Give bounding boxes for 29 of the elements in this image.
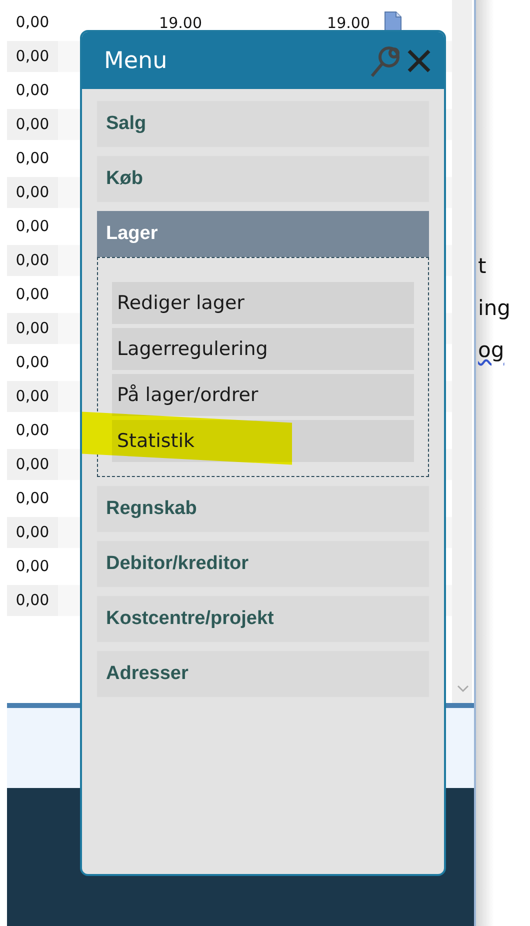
menu-section[interactable]: Salg (97, 101, 429, 147)
table-cell: 0,00 (7, 449, 58, 480)
text-fragment: og (478, 337, 504, 364)
menu-section[interactable]: Køb (97, 156, 429, 202)
menu-section[interactable]: Regnskab (97, 486, 429, 532)
menu-section[interactable]: Kostcentre/projekt (97, 596, 429, 642)
table-cell: 0,00 (7, 41, 58, 72)
table-cell: 0,00 (7, 585, 58, 616)
text-fragment: ing (478, 295, 510, 322)
table-cell: 0,00 (7, 313, 58, 344)
table-cell: 0,00 (7, 109, 58, 140)
table-cell: 0,00 (7, 177, 58, 208)
submenu-item[interactable]: På lager/ordrer (112, 374, 414, 416)
chevron-down-icon[interactable] (457, 685, 469, 693)
submenu-item[interactable]: Rediger lager (112, 282, 414, 324)
scrollbar[interactable] (452, 0, 472, 703)
menu-section[interactable]: Debitor/kreditor (97, 541, 429, 587)
table-cell: 0,00 (7, 517, 58, 548)
close-icon[interactable] (406, 48, 432, 74)
table-cell: 0,00 (7, 381, 58, 412)
table-cell: 0,00 (7, 245, 58, 276)
menu-title: Menu (104, 48, 168, 74)
menu-section[interactable]: Lager (97, 211, 429, 257)
table-cell-text: 19.00 (326, 14, 370, 32)
menu-section[interactable]: Adresser (97, 651, 429, 697)
text-fragment: t (478, 253, 486, 280)
table-cell-text: 19.00 (158, 14, 202, 32)
submenu-item[interactable]: Lagerregulering (112, 328, 414, 370)
submenu-item[interactable]: Statistik (112, 420, 414, 462)
